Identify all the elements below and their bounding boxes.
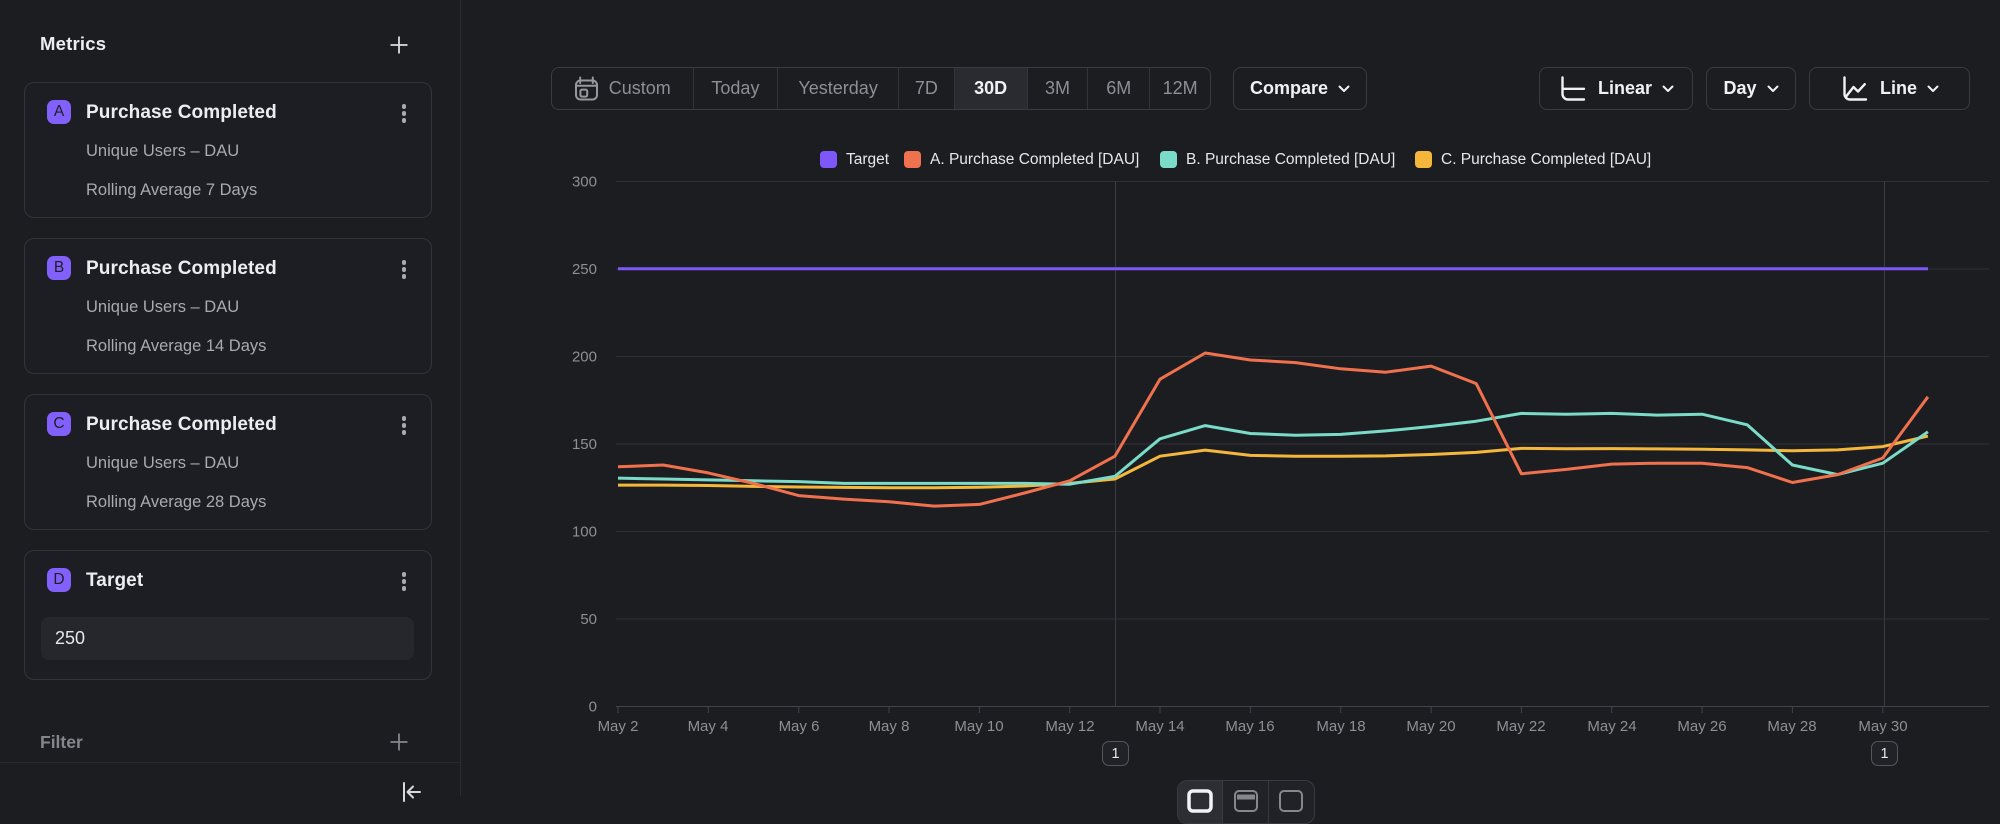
svg-text:300: 300 [572,174,597,191]
svg-text:May 12: May 12 [1045,718,1094,735]
svg-text:May 22: May 22 [1496,718,1545,735]
svg-text:May 30: May 30 [1858,718,1907,735]
svg-text:50: 50 [580,611,597,628]
svg-text:May 8: May 8 [869,718,910,735]
svg-text:150: 150 [572,436,597,453]
svg-text:0: 0 [589,699,597,716]
svg-text:200: 200 [572,349,597,366]
svg-text:May 26: May 26 [1677,718,1726,735]
svg-text:May 16: May 16 [1225,718,1274,735]
svg-text:May 14: May 14 [1135,718,1184,735]
svg-text:May 10: May 10 [954,718,1003,735]
svg-text:May 28: May 28 [1767,718,1816,735]
svg-text:May 24: May 24 [1587,718,1636,735]
svg-text:May 4: May 4 [688,718,729,735]
svg-text:250: 250 [572,261,597,278]
svg-text:May 6: May 6 [779,718,820,735]
svg-text:May 2: May 2 [598,718,639,735]
svg-text:May 20: May 20 [1406,718,1455,735]
svg-text:May 18: May 18 [1316,718,1365,735]
svg-text:100: 100 [572,524,597,541]
